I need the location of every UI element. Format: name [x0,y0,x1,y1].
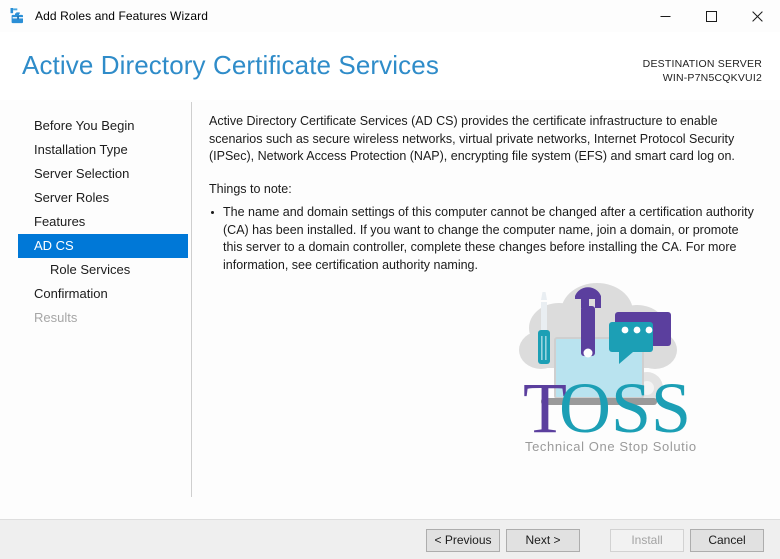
sidebar-item-installation-type[interactable]: Installation Type [0,138,192,162]
destination-server-label: DESTINATION SERVER [642,58,762,70]
brand-letters-oss: OSS [559,368,691,448]
screwdriver-icon [538,292,550,364]
sidebar-item-features[interactable]: Features [0,210,192,234]
minimize-button[interactable] [642,0,688,32]
cloud-shape [519,283,677,369]
content-text-block: Active Directory Certificate Services (A… [209,113,757,280]
sidebar-item-ad-cs[interactable]: AD CS [18,234,188,258]
wrench-icon [575,287,601,358]
nav-list: Before You Begin Installation Type Serve… [0,114,192,330]
things-to-note-heading: Things to note: [209,181,292,196]
close-icon [751,10,763,22]
title-bar: Add Roles and Features Wizard [0,0,780,32]
laptop-shape [541,337,657,405]
sidebar-item-server-selection[interactable]: Server Selection [0,162,192,186]
gear-shape [631,372,663,404]
destination-server-block: DESTINATION SERVER WIN-P7N5CQKVUI2 [643,57,762,85]
brand-tagline: Technical One Stop Solution [525,439,697,454]
notes-list: The name and domain settings of this com… [209,204,757,274]
install-button: Install [610,529,684,552]
minimize-icon [660,15,670,17]
maximize-button[interactable] [688,0,734,32]
sidebar-item-role-services[interactable]: Role Services [0,258,192,282]
intro-paragraph: Active Directory Certificate Services (A… [209,114,735,163]
maximize-icon [705,10,717,22]
sidebar-item-results: Results [34,310,78,325]
next-button[interactable]: Next > [506,529,580,552]
chat-bubble-icon [609,312,671,364]
add-roles-and-features-wizard-window: Add Roles and Features Wizard Active Dir… [0,0,780,559]
title-bar-left: Add Roles and Features Wizard [0,7,642,25]
previous-button[interactable]: < Previous [426,529,500,552]
page-title: Active Directory Certificate Services [22,50,439,80]
sidebar-item-confirmation[interactable]: Confirmation [0,282,192,306]
sidebar-item-server-roles[interactable]: Server Roles [0,186,192,210]
window-title: Add Roles and Features Wizard [35,9,208,23]
sidebar-item-before-you-begin[interactable]: Before You Begin [0,114,192,138]
wizard-body: Before You Begin Installation Type Serve… [0,100,780,519]
destination-server-name: WIN-P7N5CQKVUI2 [662,72,762,84]
window-controls [642,0,780,32]
note-item: The name and domain settings of this com… [209,204,757,274]
server-manager-toolbox-icon [10,8,24,24]
wizard-header: Active Directory Certificate Services DE… [0,32,780,100]
close-button[interactable] [734,0,780,32]
toss-logo-watermark: T OSS Technical One Stop Solution [519,283,697,454]
brand-letter-t: T [523,368,567,448]
cancel-button[interactable]: Cancel [690,529,764,552]
wizard-step-nav: Before You Begin Installation Type Serve… [0,100,192,519]
wizard-content-pane: Active Directory Certificate Services (A… [192,100,780,519]
wizard-footer: < Previous Next > Install Cancel [0,519,780,559]
wizard-button-row: < Previous Next > Install Cancel [420,529,764,552]
